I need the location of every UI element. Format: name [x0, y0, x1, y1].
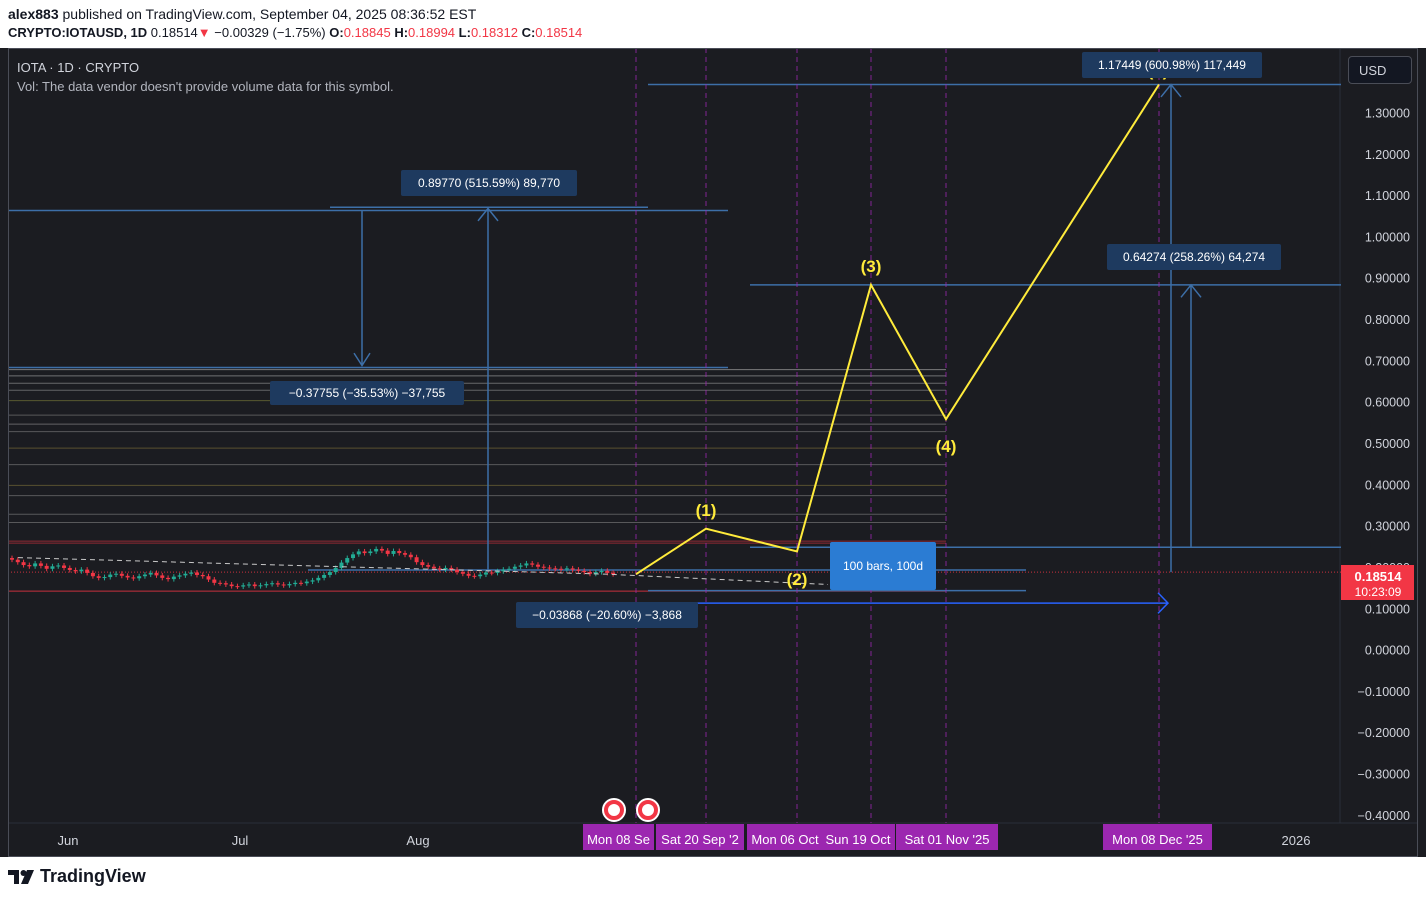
chart-frame	[8, 48, 1418, 857]
price-change: −0.00329 (−1.75%)	[214, 25, 326, 40]
symbol-ohlc-line: CRYPTO:IOTAUSD, 1D 0.18514▼ −0.00329 (−1…	[8, 25, 582, 40]
volume-note: Vol: The data vendor doesn't provide vol…	[17, 79, 394, 94]
tradingview-brand: TradingView	[40, 866, 146, 886]
author-name: alex883	[8, 6, 59, 22]
low-label: L:	[458, 25, 471, 40]
open-label: O:	[329, 25, 344, 40]
published-info: alex883 published on TradingView.com, Se…	[8, 6, 476, 22]
tradingview-logo[interactable]: TradingView	[8, 866, 146, 887]
published-text: published on TradingView.com, September …	[62, 6, 477, 22]
tradingview-logo-icon	[8, 869, 34, 884]
chart-legend-title[interactable]: IOTA · 1D · CRYPTO	[17, 60, 139, 75]
open-value: 0.18845	[343, 25, 391, 40]
high-label: H:	[394, 25, 409, 40]
publish-header: alex883 published on TradingView.com, Se…	[0, 0, 1426, 48]
close-value: 0.18514	[535, 25, 583, 40]
footer-bar	[0, 857, 1426, 898]
high-value: 0.18994	[408, 25, 456, 40]
close-label: C:	[521, 25, 536, 40]
symbol-name: CRYPTO:IOTAUSD, 1D	[8, 25, 148, 40]
low-value: 0.18312	[470, 25, 518, 40]
down-triangle-icon: ▼	[197, 25, 211, 40]
currency-button[interactable]: USD	[1348, 56, 1412, 84]
last-price: 0.18514	[150, 25, 198, 40]
